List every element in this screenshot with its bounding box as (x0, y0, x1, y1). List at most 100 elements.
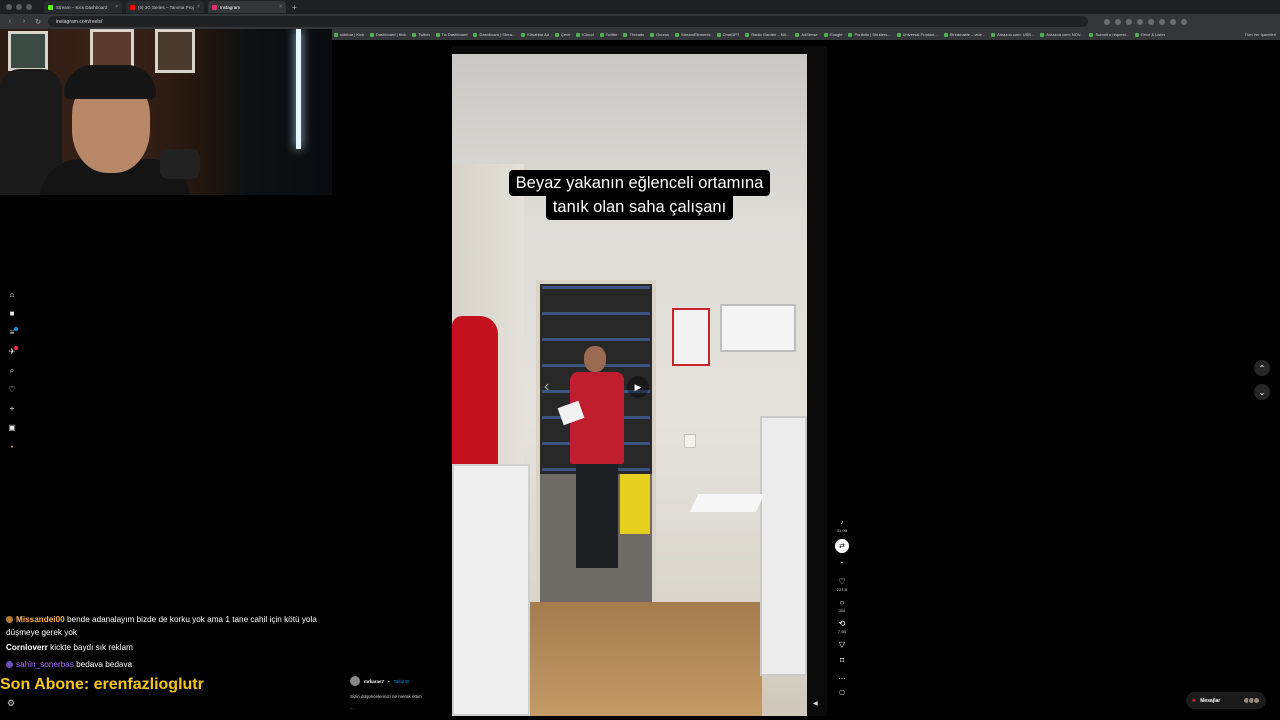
notifications-icon[interactable]: ♡ (7, 385, 17, 395)
bookmark-label: Çevir (561, 32, 571, 37)
chat-text: kickte baydı sık reklam (50, 643, 133, 652)
window-controls[interactable] (6, 4, 32, 10)
heart-icon[interactable]: ♡ (838, 577, 845, 587)
neon-light (296, 29, 301, 149)
tab-kick-dashboard[interactable]: Stream – Kick Dashboard × (44, 1, 122, 13)
bookmark-favicon-icon (334, 32, 338, 37)
bookmark-item[interactable]: Drive & Lister (1135, 32, 1165, 37)
bookmark-item[interactable]: Radio Garden – Kili... (745, 32, 789, 37)
bookmark-item[interactable]: Amazon.com: NOV... (1040, 32, 1083, 37)
url-input[interactable]: instagram.com/reels/ (48, 16, 1088, 27)
chat-message: Cornloverr kickte baydı sık reklam (4, 642, 324, 655)
dashboard-icon[interactable]: ▣ (7, 423, 17, 433)
bookmark-item[interactable]: Amazon.com: USB... (991, 32, 1034, 37)
close-icon[interactable]: × (115, 4, 118, 10)
search-icon[interactable]: ⌕ (7, 366, 17, 376)
comments-count: 306 (838, 608, 846, 613)
bookmark-item[interactable]: Dashboard | Kick (369, 32, 406, 37)
bookmark-favicon-icon (991, 32, 996, 37)
original-audio-icon[interactable]: ▢ (839, 688, 845, 698)
bookmarks-bar: sidebar | Kick Dashboard | Kick Twitch Tw D… (332, 29, 1280, 40)
play-icon[interactable]: ▶ (627, 376, 649, 398)
bookmark-favicon-icon (745, 32, 750, 37)
forward-icon[interactable]: › (20, 18, 28, 25)
bookmark-label: Universal Product... (902, 32, 938, 37)
light-switch (684, 434, 696, 448)
bookmark-item[interactable]: sidebar | Kick (334, 32, 364, 37)
bookmark-item[interactable]: Twitter (599, 32, 618, 37)
sub-badge-icon (6, 616, 13, 623)
tab-youtube[interactable]: (6) 3G Series – Tanıma Proj... × (126, 1, 204, 13)
mute-icon[interactable]: ◀ (813, 700, 818, 707)
bookmark-label: Google (829, 32, 843, 37)
tab-instagram[interactable]: Instagram × (208, 1, 286, 13)
back-icon[interactable]: ‹ (6, 18, 14, 25)
chevron-down-icon[interactable]: ⌄ (1254, 384, 1270, 400)
bookmark-favicon-icon (1040, 32, 1045, 37)
author-name[interactable]: mrkaras7 (364, 679, 384, 684)
messages-button[interactable]: ✈ Mesajlar (1186, 692, 1266, 709)
bookmark-icon[interactable]: ⌑ (840, 656, 844, 666)
comment-icon[interactable]: ○ (840, 598, 845, 608)
chevron-down-icon[interactable]: ⌄ (839, 557, 844, 567)
bookmark-item[interactable]: iCloud (576, 32, 594, 37)
wall-picture (8, 31, 48, 71)
bookmark-item[interactable]: Portfolio | Shutters... (848, 32, 891, 37)
messages-icon[interactable]: ✈ (7, 346, 18, 357)
close-icon[interactable]: × (197, 4, 200, 10)
bookmark-label: Kirsahtar Ad (527, 32, 549, 37)
bookmark-label: Ocurus (656, 32, 670, 37)
bookmark-item[interactable]: ChatGPT (716, 32, 739, 37)
bookmark-item[interactable]: Threads (623, 32, 644, 37)
reels-icon[interactable]: ■ (7, 309, 17, 319)
chat-message: Missandei00 bende adanalayım bizde de ko… (4, 614, 324, 639)
bookmark-item[interactable]: StreamElements (675, 32, 711, 37)
more-link[interactable]: ... (350, 705, 450, 710)
chevron-up-icon[interactable]: ⌃ (1254, 360, 1270, 376)
caption-line: Beyaz yakanın eğlenceli ortamına (508, 170, 771, 196)
settings-icon[interactable]: ⚙ (7, 698, 15, 709)
bookmark-item[interactable]: Ocurus (650, 32, 669, 37)
all-bookmarks[interactable]: Tüm Yer İşaretleri (1245, 32, 1276, 37)
home-icon[interactable]: ⌂ (7, 290, 17, 300)
messages-label: Mesajlar (1200, 697, 1221, 704)
bookmark-label: Submit a request... (1095, 32, 1130, 37)
bookmark-item[interactable]: Twitch (412, 32, 430, 37)
bookmark-item[interactable]: Google (823, 32, 843, 37)
bookmark-favicon-icon (555, 32, 559, 37)
audio-icon[interactable]: ♪ (841, 518, 844, 528)
bookmark-label: Amazon.com: NOV... (1046, 32, 1084, 37)
profile-icon[interactable]: ● (7, 442, 17, 452)
send-icon[interactable]: ▽ (839, 640, 845, 650)
repost-icon[interactable]: ⟲ (839, 619, 846, 629)
kick-favicon-icon (48, 4, 53, 10)
close-icon[interactable]: × (279, 4, 282, 10)
reel-description: Sizin düşüncelerinizi ne merak ettim (350, 694, 422, 699)
stream-chat: Missandei00 bende adanalayım bizde de ko… (4, 614, 324, 671)
avatar[interactable] (350, 676, 360, 686)
bookmark-item[interactable]: Çevir (555, 32, 570, 37)
follow-button[interactable]: Takip Et (394, 679, 410, 684)
new-tab-button[interactable]: + (292, 3, 297, 12)
bookmark-label: StreamElements (681, 32, 711, 37)
bookmark-item[interactable]: Tw Dashboard (435, 32, 467, 37)
create-icon[interactable]: + (7, 404, 17, 414)
bookmark-item[interactable]: Streamable – vide... (943, 32, 985, 37)
message-avatars (1243, 697, 1260, 704)
reload-icon[interactable]: ↻ (34, 18, 42, 26)
bookmark-item[interactable]: AdSense (795, 32, 818, 37)
remix-icon[interactable]: ⇄ (835, 539, 849, 553)
bookmark-item[interactable]: Submit a request... (1089, 32, 1129, 37)
extensions[interactable] (1104, 18, 1187, 25)
reel-video[interactable]: ‹ ▶ (452, 54, 807, 716)
bookmark-label: iCloud (582, 32, 594, 37)
bookmark-item[interactable]: Universal Product... (896, 32, 938, 37)
bookmark-item[interactable]: Dashboard | Strea... (473, 32, 515, 37)
bookmark-label: Twitter (605, 32, 618, 37)
more-options-icon[interactable]: … (838, 672, 846, 682)
bookmark-item[interactable]: Kirsahtar Ad (521, 32, 549, 37)
menu-icon[interactable]: ≡ (7, 327, 18, 338)
chevron-left-icon[interactable]: ‹ (544, 378, 549, 396)
tab-label: Stream – Kick Dashboard (56, 4, 108, 10)
bookmark-label: Threads (629, 32, 645, 37)
